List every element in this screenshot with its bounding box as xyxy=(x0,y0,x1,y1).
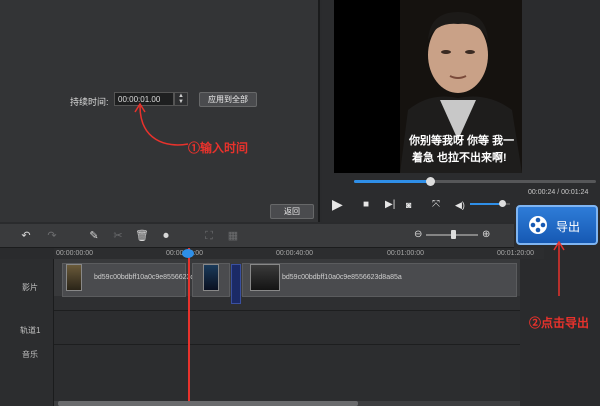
music-track[interactable] xyxy=(54,345,520,406)
ruler-tick: 00:00:00:00 xyxy=(56,250,93,257)
transition-marker[interactable] xyxy=(231,264,241,304)
track-label-music: 音乐 xyxy=(22,350,38,359)
playhead[interactable] xyxy=(188,248,190,406)
stop-icon[interactable]: ■ xyxy=(363,199,369,211)
zoom-handle[interactable] xyxy=(451,230,456,239)
scissors-icon[interactable]: ✂ xyxy=(111,230,125,242)
export-button[interactable]: 导出 xyxy=(516,205,598,245)
trash-icon[interactable]: 🗑 xyxy=(135,230,149,242)
export-label: 导出 xyxy=(556,220,581,234)
ruler-tick: 00:01:00:00 xyxy=(387,250,424,257)
microphone-icon[interactable]: ⏺ xyxy=(159,230,173,242)
clip-name: bd59c00bdbff10a0c9e8556623d8a85a xyxy=(282,274,402,281)
playhead-handle[interactable] xyxy=(182,249,194,258)
seek-progress xyxy=(354,180,430,183)
next-frame-icon[interactable]: ▶| xyxy=(385,199,395,211)
undo-icon[interactable]: ↶ xyxy=(19,230,33,242)
edit-icon[interactable]: ✎ xyxy=(87,230,101,242)
volume-handle[interactable] xyxy=(499,200,506,207)
back-button[interactable]: 返回 xyxy=(270,204,314,219)
zoom-in-icon[interactable]: ⊕ xyxy=(482,229,490,240)
annotation-arrow-1 xyxy=(134,102,189,146)
volume-icon[interactable]: ◀) xyxy=(455,199,465,211)
volume-level xyxy=(470,203,502,205)
timeline-toolbar xyxy=(0,224,514,248)
duration-label: 持续时间: xyxy=(70,97,109,107)
film-reel-icon xyxy=(529,216,547,234)
timeline-scrollbar-thumb[interactable] xyxy=(58,401,358,406)
fullscreen-icon[interactable]: ⤧ xyxy=(432,199,440,211)
redo-icon[interactable]: ↷ xyxy=(45,230,59,242)
crop-icon[interactable]: ⛶ xyxy=(202,230,216,242)
clip-thumbnail xyxy=(66,264,82,291)
mosaic-icon[interactable]: ▦ xyxy=(226,230,240,242)
annotation-step2: ②点击导出 xyxy=(529,316,590,330)
video-subtitle-line2: 着急 也拉不出来啊! xyxy=(412,152,507,164)
clip-thumbnail xyxy=(250,264,280,291)
play-icon[interactable]: ▶ xyxy=(332,197,343,211)
ruler-tick: 00:00:40:00 xyxy=(276,250,313,257)
annotation-step1: ①输入时间 xyxy=(188,141,249,155)
track-label-track1: 轨道1 xyxy=(20,326,41,335)
ruler-tick: 00:01:20:00 xyxy=(497,250,534,257)
video-track-strip xyxy=(54,296,520,310)
seek-handle[interactable] xyxy=(426,177,435,186)
annotation-arrow-2 xyxy=(553,240,565,296)
apply-to-all-button[interactable]: 应用到全部 xyxy=(199,92,257,107)
time-display: 00:00:24 / 00:01:24 xyxy=(528,189,589,196)
zoom-out-icon[interactable]: ⊖ xyxy=(414,229,422,240)
track1-row[interactable] xyxy=(54,311,520,345)
camera-icon[interactable]: ◙ xyxy=(406,199,411,211)
track-label-video: 影片 xyxy=(22,283,38,292)
clip-thumbnail xyxy=(203,264,219,291)
video-subtitle-line1: 你别等我呀 你等 我一 xyxy=(409,135,515,147)
